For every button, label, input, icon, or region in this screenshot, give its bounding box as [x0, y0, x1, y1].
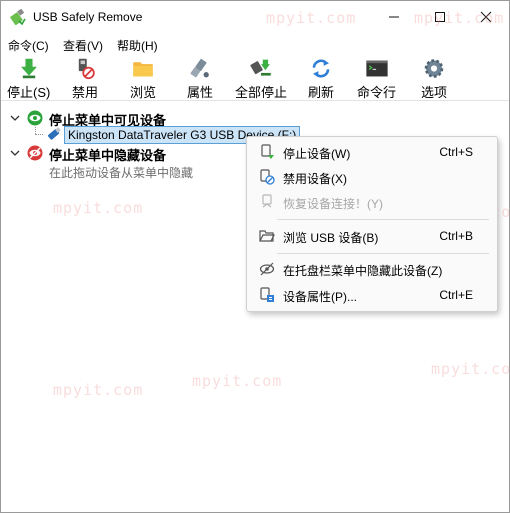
- toolbar-refresh-button[interactable]: 刷新: [308, 57, 334, 101]
- toolbar-browse-label: 浏览: [130, 85, 157, 100]
- ctx-browse-device-shortcut: Ctrl+B: [439, 229, 473, 243]
- toolbar-stop-all-button[interactable]: 全部停止: [235, 57, 287, 101]
- device-properties-icon: [260, 287, 274, 302]
- disable-usb-icon: [78, 58, 95, 80]
- app-usb-icon: [10, 8, 26, 26]
- window-title: USB Safely Remove: [33, 10, 143, 24]
- gear-icon: [424, 59, 444, 78]
- restore-device-icon: [262, 194, 272, 208]
- watermark: mpyit.com: [53, 381, 144, 399]
- menu-view[interactable]: 查看(V): [63, 37, 103, 54]
- watermark: mpyit.com: [414, 9, 505, 27]
- stop-all-icon: [250, 59, 271, 76]
- ctx-stop-device-shortcut: Ctrl+S: [439, 145, 473, 159]
- ctx-hide-device[interactable]: 在托盘栏菜单中隐藏此设备(Z): [251, 257, 495, 281]
- hidden-group-label[interactable]: 停止菜单中隐藏设备: [49, 145, 166, 164]
- usb-plug-properties-icon: [190, 58, 209, 78]
- eye-green-icon: [27, 110, 43, 126]
- toolbar-cmdline-label: 命令行: [357, 85, 397, 100]
- minimize-icon: [389, 16, 399, 17]
- menu-command[interactable]: 命令(C): [8, 37, 49, 54]
- tree-connector: [35, 127, 36, 134]
- tree-connector: [35, 134, 43, 135]
- eye-hidden-red-icon: [27, 145, 43, 161]
- watermark: mpyit.com: [266, 9, 357, 27]
- refresh-icon: [312, 59, 330, 78]
- toolbar-properties-button[interactable]: 属性: [187, 57, 213, 101]
- usb-stick-icon: [48, 127, 61, 140]
- stop-device-icon: [261, 144, 274, 159]
- folder-open-icon: [259, 230, 275, 242]
- ctx-hide-device-label: 在托盘栏菜单中隐藏此设备(Z): [283, 264, 443, 278]
- stop-green-arrow-icon: [20, 58, 37, 79]
- toolbar-stop-all-label: 全部停止: [235, 85, 288, 100]
- ctx-disable-device-label: 禁用设备(X): [283, 172, 347, 186]
- chevron-down-icon[interactable]: [9, 112, 21, 124]
- ctx-device-properties-shortcut: Ctrl+E: [439, 288, 473, 302]
- menu-bar: 命令(C) 查看(V) 帮助(H): [1, 32, 509, 54]
- disable-device-icon: [260, 169, 275, 185]
- hidden-group-hint: 在此拖动设备从菜单中隐藏: [49, 166, 194, 180]
- folder-icon: [133, 62, 153, 77]
- ctx-restore-device: 恢复设备连接！(Y): [251, 190, 495, 214]
- app-window: USB Safely Remove 命令(C) 查看(V) 帮助(H) 停止(S…: [0, 0, 510, 513]
- menu-separator: [277, 219, 489, 220]
- minimize-button[interactable]: [371, 1, 417, 32]
- toolbar-refresh-label: 刷新: [308, 85, 335, 100]
- toolbar-stop-label: 停止(S): [7, 85, 51, 100]
- chevron-down-icon[interactable]: [9, 147, 21, 159]
- ctx-disable-device[interactable]: 禁用设备(X): [251, 165, 495, 189]
- toolbar-properties-label: 属性: [187, 85, 214, 100]
- ctx-device-properties[interactable]: 设备属性(P)... Ctrl+E: [251, 283, 495, 307]
- eye-hide-icon: [259, 262, 275, 276]
- terminal-icon: [365, 60, 388, 77]
- ctx-browse-device-label: 浏览 USB 设备(B): [283, 231, 379, 245]
- toolbar-stop-button[interactable]: 停止(S): [7, 57, 50, 101]
- context-menu: 停止设备(W) Ctrl+S 禁用设备(X) 恢复设备连接！(Y) 浏览 USB…: [246, 136, 498, 312]
- toolbar-disable-button[interactable]: 禁用: [72, 57, 98, 101]
- toolbar-disable-label: 禁用: [72, 85, 99, 100]
- ctx-device-properties-label: 设备属性(P)...: [283, 290, 357, 304]
- toolbar-cmdline-button[interactable]: 命令行: [357, 57, 396, 101]
- watermark: mpyit.com: [431, 360, 510, 378]
- toolbar-options-button[interactable]: 选项: [421, 57, 447, 101]
- ctx-browse-device[interactable]: 浏览 USB 设备(B) Ctrl+B: [251, 224, 495, 248]
- watermark: mpyit.com: [53, 199, 144, 217]
- toolbar-browse-button[interactable]: 浏览: [130, 57, 156, 101]
- ctx-stop-device[interactable]: 停止设备(W) Ctrl+S: [251, 140, 495, 164]
- watermark: mpyit.com: [192, 372, 283, 390]
- toolbar: 停止(S) 禁用 浏览 属性 全部停止 刷新 命令行 选项: [1, 55, 509, 101]
- ctx-stop-device-label: 停止设备(W): [283, 147, 351, 161]
- ctx-restore-device-label: 恢复设备连接！(Y): [283, 197, 383, 211]
- menu-separator: [277, 253, 489, 254]
- menu-help[interactable]: 帮助(H): [117, 37, 158, 54]
- toolbar-options-label: 选项: [421, 85, 448, 100]
